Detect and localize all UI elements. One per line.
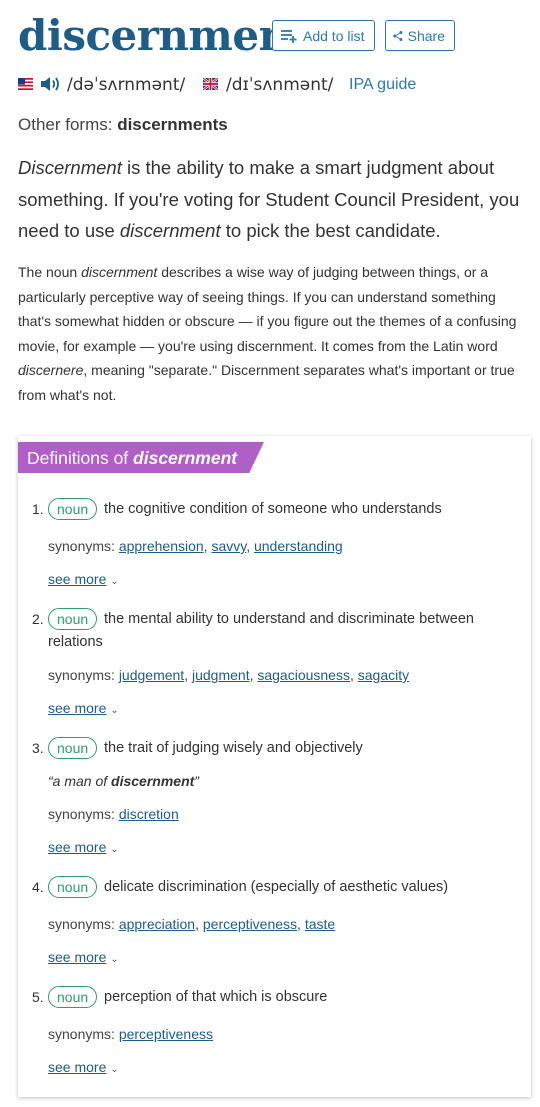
synonyms-row: synonyms: perceptiveness <box>48 1024 213 1044</box>
synonyms-label: synonyms: <box>48 667 115 683</box>
sense-definition: perception of that which is obscure <box>104 989 328 1005</box>
sense-definition: the trait of judging wisely and objectiv… <box>104 740 363 756</box>
short-def-term: Discernment <box>18 157 122 178</box>
see-more-button[interactable]: see more ⌄ <box>48 947 119 967</box>
share-label: Share <box>407 27 445 44</box>
synonyms-label: synonyms: <box>48 916 115 932</box>
synonyms-row: synonyms: judgement, judgment, sagacious… <box>48 667 410 683</box>
example-text: “a man of <box>48 773 112 789</box>
chevron-down-icon: ⌄ <box>110 844 119 855</box>
example-term: discernment <box>111 773 195 789</box>
list-add-icon <box>281 29 297 43</box>
synonyms-row: synonyms: apprehension, savvy, understan… <box>48 538 343 554</box>
sense-number: 4. <box>32 879 44 895</box>
sense-number: 1. <box>32 501 44 517</box>
synonyms-label: synonyms: <box>48 538 115 554</box>
pos-badge[interactable]: noun <box>48 608 98 630</box>
synonym-link[interactable]: perceptiveness <box>119 1026 213 1042</box>
pos-badge[interactable]: noun <box>48 737 98 759</box>
synonyms-row: synonyms: discretion <box>48 804 179 824</box>
share-icon <box>393 30 403 41</box>
short-def-text-2: to pick the best candidate. <box>220 220 441 241</box>
sense-definition: the mental ability to understand and dis… <box>104 611 474 627</box>
add-to-list-button[interactable]: Add to list <box>272 20 375 51</box>
synonym-link[interactable]: sagacity <box>358 667 409 683</box>
synonym-link[interactable]: judgement <box>119 667 184 683</box>
pos-badge[interactable]: noun <box>48 498 98 520</box>
chevron-down-icon: ⌄ <box>110 705 119 716</box>
ipa-guide-link[interactable]: IPA guide <box>349 75 416 95</box>
see-more-label[interactable]: see more <box>48 571 106 587</box>
synonym-link[interactable]: taste <box>305 916 335 932</box>
see-more-label[interactable]: see more <box>48 839 106 855</box>
share-button[interactable]: Share <box>385 20 455 51</box>
long-def-text-1: The noun <box>18 264 82 280</box>
sense-number: 3. <box>32 740 44 756</box>
chevron-down-icon: ⌄ <box>110 1064 119 1075</box>
sense-number: 2. <box>32 611 44 627</box>
sense-number: 5. <box>32 989 44 1005</box>
short-definition: Discernment is the ability to make a sma… <box>18 152 523 247</box>
speaker-icon[interactable] <box>39 74 61 94</box>
chevron-down-icon: ⌄ <box>110 576 119 587</box>
synonym-link[interactable]: discretion <box>119 806 179 822</box>
definitions-title: Definitions of discernment <box>27 446 237 470</box>
chevron-down-icon: ⌄ <box>110 954 119 965</box>
synonym-link[interactable]: understanding <box>254 538 343 554</box>
us-flag-icon <box>18 78 33 90</box>
add-to-list-label: Add to list <box>303 27 365 44</box>
sense-definition: the cognitive condition of someone who u… <box>104 501 442 517</box>
see-more-button[interactable]: see more ⌄ <box>48 837 119 857</box>
long-def-text-3: , meaning "separate." Discernment separa… <box>18 362 515 403</box>
synonym-link[interactable]: judgment <box>192 667 250 683</box>
headword: discernment <box>18 11 308 60</box>
uk-pronunciation: /dɪˈsʌnmənt/ <box>226 75 334 95</box>
definitions-title-prefix: Definitions of <box>27 448 134 468</box>
synonym-link[interactable]: apprehension <box>119 538 204 554</box>
short-def-term-2: discernment <box>119 220 221 241</box>
definitions-title-word: discernment <box>133 448 238 468</box>
synonym-link[interactable]: savvy <box>211 538 246 554</box>
pos-badge[interactable]: noun <box>48 876 98 898</box>
other-forms: Other forms: discernments <box>18 114 228 136</box>
see-more-label[interactable]: see more <box>48 1059 106 1075</box>
synonyms-label: synonyms: <box>48 806 115 822</box>
pos-badge[interactable]: noun <box>48 986 98 1008</box>
synonym-link[interactable]: appreciation <box>119 916 195 932</box>
long-definition: The noun discernment describes a wise wa… <box>18 260 528 407</box>
other-forms-value: discernments <box>117 115 228 134</box>
example-close: ” <box>194 773 199 789</box>
uk-flag-icon <box>203 78 218 90</box>
see-more-label[interactable]: see more <box>48 700 106 716</box>
synonym-link[interactable]: sagaciousness <box>257 667 350 683</box>
see-more-button[interactable]: see more ⌄ <box>48 698 119 718</box>
sense-definition: delicate discrimination (especially of a… <box>104 879 449 895</box>
see-more-button[interactable]: see more ⌄ <box>48 569 119 589</box>
sense-definition-cont: relations <box>48 634 103 650</box>
other-forms-label: Other forms: <box>18 115 113 134</box>
us-pronunciation: /dəˈsʌrnmənt/ <box>67 75 186 95</box>
synonym-link[interactable]: perceptiveness <box>203 916 297 932</box>
long-def-latin: discernere <box>18 362 84 378</box>
see-more-label[interactable]: see more <box>48 949 106 965</box>
synonyms-label: synonyms: <box>48 1026 115 1042</box>
usage-example: “a man of discernment” <box>48 771 199 791</box>
synonyms-row: synonyms: appreciation, perceptiveness, … <box>48 916 336 932</box>
long-def-term: discernment <box>81 264 158 280</box>
see-more-button[interactable]: see more ⌄ <box>48 1057 119 1077</box>
